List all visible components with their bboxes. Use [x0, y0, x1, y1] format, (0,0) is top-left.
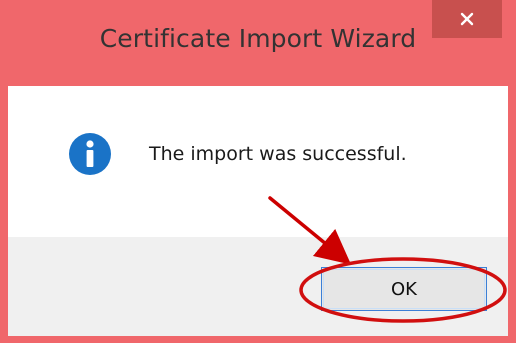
ok-button[interactable]: OK — [321, 267, 487, 311]
close-button[interactable] — [432, 0, 502, 38]
button-bar: OK — [8, 237, 508, 336]
dialog-window: Certificate Import Wizard The import was… — [0, 0, 516, 343]
close-icon — [460, 12, 474, 26]
status-message: The import was successful. — [149, 143, 407, 165]
title-bar[interactable]: Certificate Import Wizard — [0, 0, 516, 86]
dialog-body: The import was successful. OK — [8, 86, 508, 336]
message-area: The import was successful. — [8, 86, 508, 237]
info-icon — [69, 133, 111, 175]
